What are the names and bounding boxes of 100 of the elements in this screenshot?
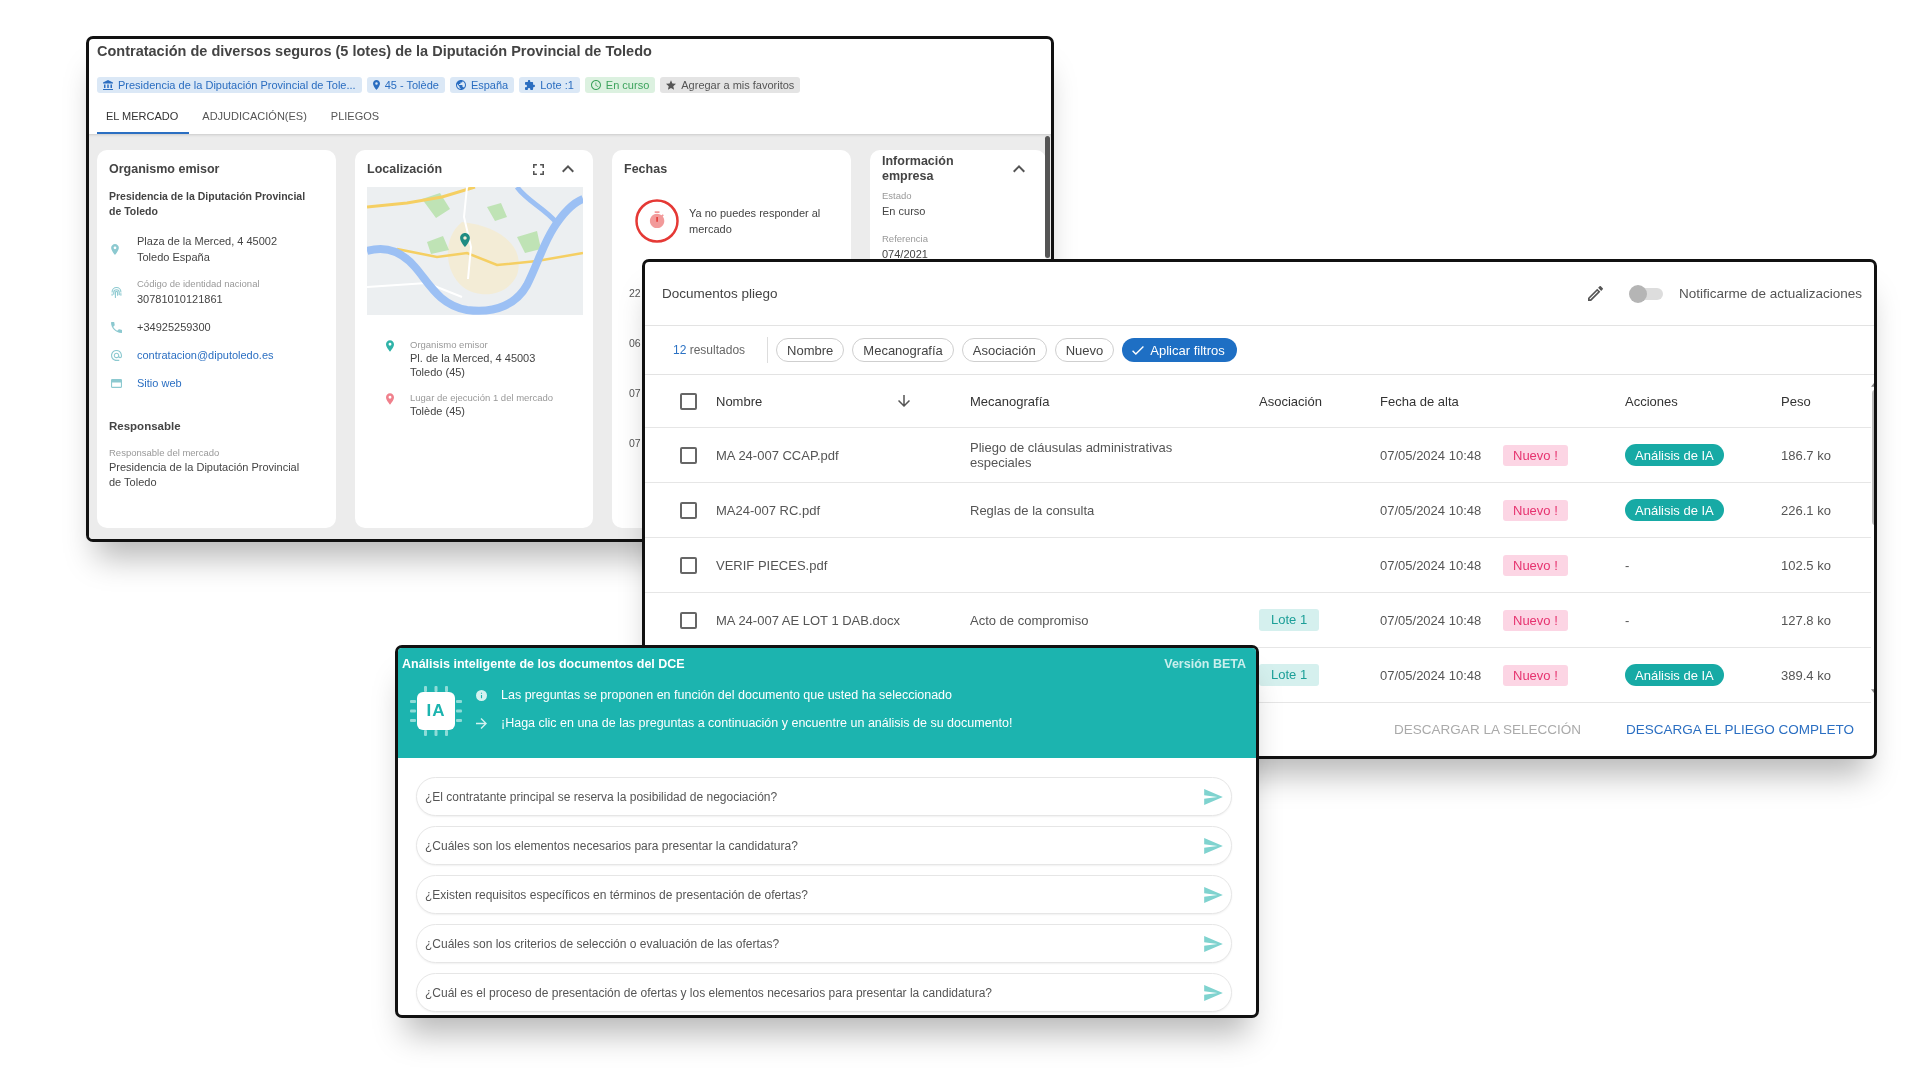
new-badge: Nuevo ! [1503,554,1568,576]
toggle-label: Notificarme de actualizaciones [1678,286,1862,301]
pen-icon[interactable] [1587,286,1603,301]
file-size: 226.1 ko [1781,502,1832,518]
select-all-checkbox[interactable] [680,392,697,410]
file-name[interactable]: MA24-007 RC.pdf [716,502,970,518]
upload-date: 07/05/2024 10:48 [1380,557,1482,573]
notice-text: Ya no puedes responder al mercado [689,206,822,237]
field-label: Lugar de ejecución 1 del mercado [410,391,555,405]
fullscreen-icon[interactable] [533,163,544,175]
document-type: Acto de compromiso [970,612,1090,628]
tag-label: 45 - Tolède [384,79,439,91]
upload-date: 07/05/2024 10:48 [1380,447,1482,463]
chevron-up-icon[interactable] [1013,165,1025,173]
notify-toggle[interactable] [1628,284,1663,303]
globe-icon [455,80,466,90]
apply-filters-button[interactable]: Aplicar filtros [1122,338,1237,362]
new-badge: Nuevo ! [1503,499,1568,521]
file-name[interactable]: MA 24-007 CCAP.pdf [716,447,970,463]
fingerprint-icon [111,286,122,298]
pin-icon [111,243,119,255]
document-type: Reglas de la consulta [970,502,1096,518]
tag-label: España [470,79,509,91]
id-number: 30781010121861 [137,292,224,307]
check-icon [1132,345,1145,355]
puzzle-icon [525,80,536,90]
stopwatch-icon [635,199,679,243]
question-button[interactable]: ¿El contratante principal se reserva la posibilidad de negociación? [416,777,1232,816]
file-size: 186.7 ko [1781,447,1832,463]
scrollbar-thumb[interactable] [1045,136,1050,258]
tag-label: Lote :1 [540,79,574,91]
card-title: Organismo emisor [109,161,221,177]
empty-value: - [1625,612,1631,628]
website-link[interactable]: Sitio web [137,375,328,391]
question-button[interactable]: ¿Cuáles son los elementos necesarios para presentar la candidatura? [416,826,1232,865]
address-text: Tolède (45) [410,405,467,419]
date-text: 07 [629,386,641,401]
upload-date: 07/05/2024 10:48 [1380,502,1482,518]
arrow-down-icon[interactable] [898,395,910,407]
date-text: 06 [629,336,641,351]
question-button[interactable]: ¿Existen requisitos específicos en términos de presentación de ofertas? [416,875,1232,914]
panel-title: Análisis inteligente de los documentos del DCE [402,656,685,672]
star-icon [666,80,677,90]
date-text: 07 [629,436,641,451]
chevron-up-icon[interactable] [562,165,574,173]
organization-name: Presidencia de la Diputación Provincial de Toledo [109,189,307,219]
field-label: Estado [882,189,913,203]
column-header: Mecanografía [970,393,1050,409]
file-name[interactable]: VERIF PIECES.pdf [716,557,970,573]
map-pin-icon [460,233,470,247]
add-favorite-button[interactable]: Agregar a mis favoritos [660,77,801,93]
column-header: Nombre [716,393,763,409]
field-value: En curso [882,204,927,219]
row-checkbox[interactable] [680,556,697,574]
new-badge: Nuevo ! [1503,664,1568,686]
at-sign-icon [111,349,122,361]
email-link[interactable]: contratacion@diputoledo.es [137,347,328,363]
question-button[interactable]: ¿Cuál es el proceso de presentación de ofertas y los elementos necesarios para presentar la candidatura? [416,973,1232,1012]
question-button[interactable]: ¿Cuáles son los criterios de selección o evaluación de las ofertas? [416,924,1232,963]
field-label: Código de identidad nacional [137,277,261,291]
upload-date: 07/05/2024 10:48 [1380,667,1482,683]
phone-icon [111,321,122,333]
file-size: 389.4 ko [1781,667,1832,683]
document-type: Pliego de cláusulas administrativas especiales [970,440,1174,470]
new-badge: Nuevo ! [1503,609,1568,631]
pin-icon [386,340,394,352]
ai-logo: IA [410,686,462,736]
send-icon [1204,984,1223,1001]
bank-icon [103,80,113,90]
field-label: Responsable del mercado [109,446,221,460]
info-icon [476,689,487,701]
send-icon [1204,837,1223,854]
column-header: Acciones [1625,393,1678,409]
card-title: Localización [367,161,443,177]
file-name[interactable]: MA 24-007 AE LOT 1 DAB.docx [716,612,970,628]
browser-window-icon [111,377,122,389]
result-count: 12 resultados [673,343,746,357]
arrow-right-icon [476,717,487,729]
tag-label: Presidencia de la Diputación Provincial de Tole... [118,79,356,91]
window-title: Contratación de diversos seguros (5 lotes) de la Diputación Provincial de Toledo [97,42,652,61]
tab[interactable]: PLIEGOS [321,99,391,134]
column-header: Asociación [1259,393,1322,409]
field-value: Presidencia de la Diputación Provincial de Toledo [109,460,301,490]
row-checkbox[interactable] [680,501,697,519]
tab[interactable]: ADJUDICACIÓN(ES) [193,99,318,134]
upload-date: 07/05/2024 10:48 [1380,612,1482,628]
row-checkbox[interactable] [680,611,697,629]
field-label: Referencia [882,232,929,246]
version-label: Versión BETA [1164,656,1246,672]
pin-icon [386,393,394,405]
panel-title: Documentos pliego [662,286,778,301]
row-checkbox[interactable] [680,446,697,464]
address-text: Pl. de la Merced, 4 45003 Toledo (45) [410,352,537,379]
send-icon [1204,886,1223,903]
note-text: ¡Haga clic en una de las preguntas a continuación y encuentre un análisis de su documento! [501,715,1013,731]
clock-icon [590,80,601,90]
download-button[interactable]: DESCARGA EL PLIEGO COMPLETO [1625,722,1854,737]
send-icon [1204,788,1223,805]
send-icon [1204,935,1223,952]
date-text: 22 [629,286,641,301]
